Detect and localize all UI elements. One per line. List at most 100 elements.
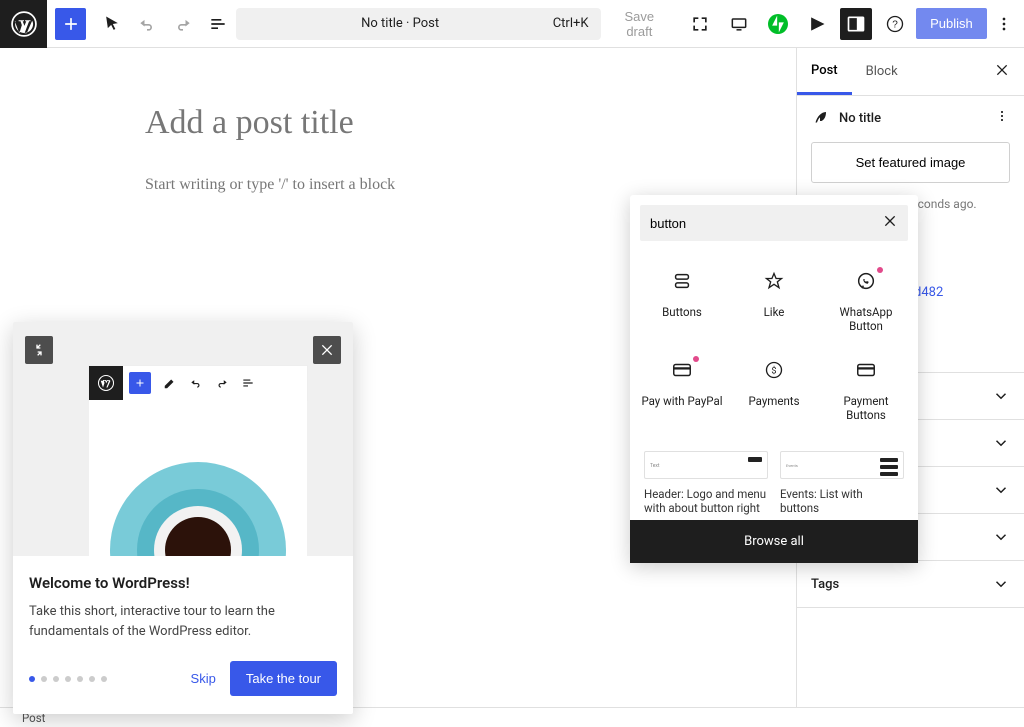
undo-icon: [137, 14, 157, 34]
collapse-icon: [31, 342, 47, 358]
fullscreen-icon: [690, 14, 710, 34]
sidebar-tabs: Post Block: [797, 48, 1024, 96]
block-label: Like: [764, 305, 785, 319]
block-results-grid: Buttons Like WhatsApp Button Pay with Pa…: [630, 241, 918, 443]
step-dot[interactable]: [29, 676, 35, 682]
accordion-row-tags[interactable]: Tags: [797, 561, 1024, 608]
tour-start-button[interactable]: Take the tour: [230, 661, 337, 696]
help-icon: ?: [885, 14, 905, 34]
jetpack-icon: [768, 14, 788, 34]
close-icon: [994, 62, 1010, 78]
document-overview-button[interactable]: [200, 6, 235, 42]
step-dot[interactable]: [101, 676, 107, 682]
chevron-down-icon: [992, 528, 1010, 546]
more-options-button[interactable]: [991, 6, 1018, 42]
svg-text:?: ?: [892, 19, 898, 30]
kebab-icon: [994, 108, 1010, 124]
browse-all-button[interactable]: Browse all: [630, 520, 918, 563]
help-button[interactable]: ?: [877, 6, 912, 42]
block-label: Buttons: [662, 305, 702, 319]
welcome-tour-card: Welcome to WordPress! Take this short, i…: [13, 322, 353, 714]
block-buttons[interactable]: Buttons: [636, 259, 728, 344]
tour-mini-toolbar: [89, 366, 307, 400]
pattern-preview: Events: [780, 451, 904, 479]
pattern-caption: Events: List with buttons: [780, 487, 904, 517]
block-label: Pay with PayPal: [641, 394, 722, 408]
svg-text:$: $: [771, 365, 776, 376]
block-payments[interactable]: $ Payments: [728, 348, 820, 433]
top-toolbar: No title · Post Ctrl+K Save draft ? Publ…: [0, 0, 1024, 48]
pattern-preview: Text: [644, 451, 768, 479]
chevron-down-icon: [992, 575, 1010, 593]
preview-button[interactable]: [721, 6, 756, 42]
card-icon: [855, 358, 877, 382]
device-icon: [729, 14, 749, 34]
document-title: No title · Post: [248, 16, 553, 31]
block-paypal[interactable]: Pay with PayPal: [636, 348, 728, 433]
block-payment-buttons[interactable]: Payment Buttons: [820, 348, 912, 433]
pattern-card[interactable]: Events Events: List with buttons: [780, 451, 904, 517]
undo-icon: [183, 376, 209, 390]
document-bar: No title · Post Ctrl+K: [236, 8, 601, 40]
document-switcher[interactable]: No title · Post Ctrl+K: [236, 8, 601, 40]
wordpress-icon: [11, 11, 37, 37]
plus-icon: [129, 372, 151, 394]
pattern-card[interactable]: Text Header: Logo and menu with about bu…: [644, 451, 768, 517]
block-whatsapp[interactable]: WhatsApp Button: [820, 259, 912, 344]
tour-footer: Skip Take the tour: [13, 653, 353, 714]
block-label: Payment Buttons: [824, 394, 908, 423]
close-icon: [882, 213, 898, 229]
plus-icon: [61, 14, 81, 34]
send-button[interactable]: [799, 6, 834, 42]
wordpress-icon: [89, 366, 123, 400]
sidebar-doc-title: No title: [839, 111, 881, 126]
post-content-input[interactable]: Start writing or type '/' to insert a bl…: [145, 176, 745, 194]
save-draft-button[interactable]: Save draft: [601, 9, 679, 39]
step-dot[interactable]: [89, 676, 95, 682]
tour-skip-button[interactable]: Skip: [177, 663, 230, 694]
tab-post[interactable]: Post: [797, 49, 852, 95]
dollar-icon: $: [764, 358, 784, 382]
list-view-icon: [208, 14, 228, 34]
step-dot[interactable]: [53, 676, 59, 682]
tour-text: Take this short, interactive tour to lea…: [29, 602, 337, 641]
set-featured-image-button[interactable]: Set featured image: [811, 142, 1010, 183]
kebab-icon: [994, 14, 1014, 34]
redo-button[interactable]: [165, 6, 200, 42]
inserter-search-input[interactable]: [650, 216, 882, 231]
publish-button[interactable]: Publish: [916, 8, 987, 39]
clear-search-button[interactable]: [882, 213, 898, 233]
tools-select-button[interactable]: [94, 6, 129, 42]
block-inserter-popover: Buttons Like WhatsApp Button Pay with Pa…: [630, 195, 918, 563]
tour-close-button[interactable]: [313, 336, 341, 364]
close-icon: [319, 342, 335, 358]
command-shortcut: Ctrl+K: [553, 16, 589, 31]
inserter-search: [640, 205, 908, 241]
post-title-input[interactable]: Add a post title: [145, 104, 745, 142]
buttons-icon: [671, 269, 693, 293]
wordpress-logo-button[interactable]: [0, 0, 47, 48]
tour-hero: [13, 322, 353, 556]
block-inserter-toggle[interactable]: [55, 8, 86, 40]
tour-step-dots: [29, 676, 107, 682]
jetpack-button[interactable]: [760, 6, 795, 42]
settings-sidebar-toggle[interactable]: [838, 6, 873, 42]
top-right-tools: Save draft ? Publish: [601, 6, 1024, 42]
pattern-results: Text Header: Logo and menu with about bu…: [630, 443, 918, 521]
tab-block[interactable]: Block: [852, 50, 912, 93]
undo-button[interactable]: [130, 6, 165, 42]
star-icon: [764, 269, 784, 293]
close-sidebar-button[interactable]: [988, 62, 1016, 82]
document-title-row: No title: [811, 108, 1010, 128]
tour-minimize-button[interactable]: [25, 336, 53, 364]
step-dot[interactable]: [77, 676, 83, 682]
block-like[interactable]: Like: [728, 259, 820, 344]
redo-icon: [173, 14, 193, 34]
feather-icon: [811, 109, 829, 127]
step-dot[interactable]: [65, 676, 71, 682]
view-fullscreen-button[interactable]: [682, 6, 717, 42]
whatsapp-icon: [855, 269, 877, 293]
doc-actions-button[interactable]: [994, 108, 1010, 128]
chevron-down-icon: [992, 434, 1010, 452]
step-dot[interactable]: [41, 676, 47, 682]
